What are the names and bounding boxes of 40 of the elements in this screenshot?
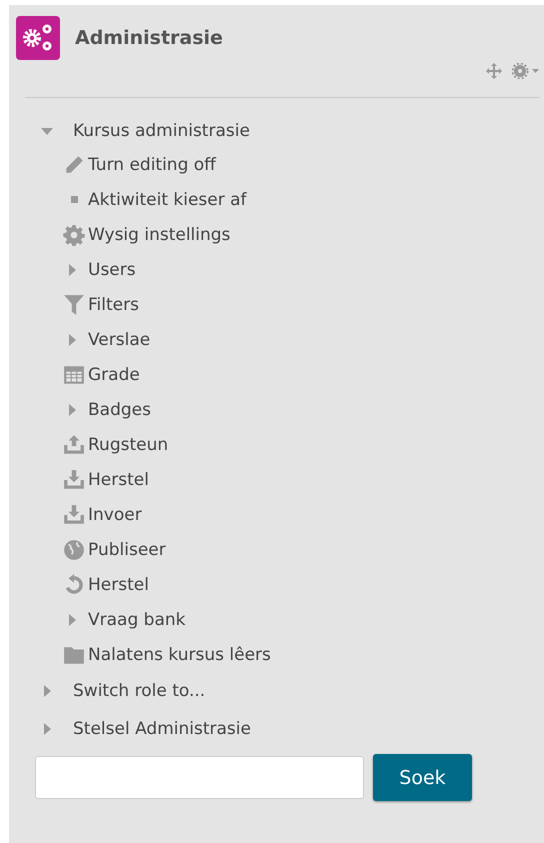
download-icon — [63, 468, 85, 490]
move-icon[interactable] — [486, 63, 502, 79]
tree-item[interactable]: Rugsteun — [88, 434, 168, 454]
search-field[interactable] — [35, 756, 364, 799]
caret-icon[interactable] — [41, 125, 53, 137]
download-icon — [63, 504, 85, 526]
globe-icon — [63, 538, 85, 560]
tree-item[interactable]: Nalatens kursus lêers — [88, 644, 271, 664]
tree-item[interactable]: Herstel — [88, 470, 149, 490]
filter-icon — [63, 294, 85, 316]
table-icon — [63, 364, 85, 386]
caret-icon[interactable] — [66, 614, 78, 626]
gears-icon — [16, 16, 60, 60]
tree-item[interactable]: Aktiwiteit kieser af — [88, 190, 247, 210]
search-button[interactable]: Soek — [373, 754, 472, 801]
caret-icon[interactable] — [66, 264, 78, 276]
tree-item[interactable]: Turn editing off — [88, 154, 216, 174]
tree-item[interactable]: Kursus administrasie — [73, 121, 250, 141]
tree-item[interactable]: Verslae — [88, 330, 150, 350]
tree-item[interactable]: Wysig instellings — [88, 224, 230, 244]
caret-icon[interactable] — [66, 334, 78, 346]
tree-item[interactable]: Invoer — [88, 504, 142, 524]
tree-item[interactable]: Herstel — [88, 574, 149, 594]
refresh-icon — [63, 574, 85, 596]
block-title: Administrasie — [75, 27, 223, 49]
tree-item[interactable]: Badges — [88, 400, 151, 420]
tree-item[interactable]: Users — [88, 260, 136, 280]
tree-item[interactable]: Grade — [88, 364, 140, 384]
tree-item[interactable]: Filters — [88, 294, 139, 314]
tree-item[interactable]: Publiseer — [88, 540, 166, 560]
caret-icon[interactable] — [66, 404, 78, 416]
gear-icon[interactable] — [512, 63, 540, 79]
tree-item[interactable]: Switch role to... — [73, 681, 206, 701]
tree-item[interactable]: Stelsel Administrasie — [73, 719, 251, 739]
gear-icon — [63, 224, 85, 246]
caret-icon[interactable] — [41, 723, 53, 735]
upload-icon — [63, 434, 85, 456]
tree-item[interactable]: Vraag bank — [88, 610, 186, 630]
square-icon — [70, 196, 78, 203]
caret-icon[interactable] — [41, 685, 53, 697]
